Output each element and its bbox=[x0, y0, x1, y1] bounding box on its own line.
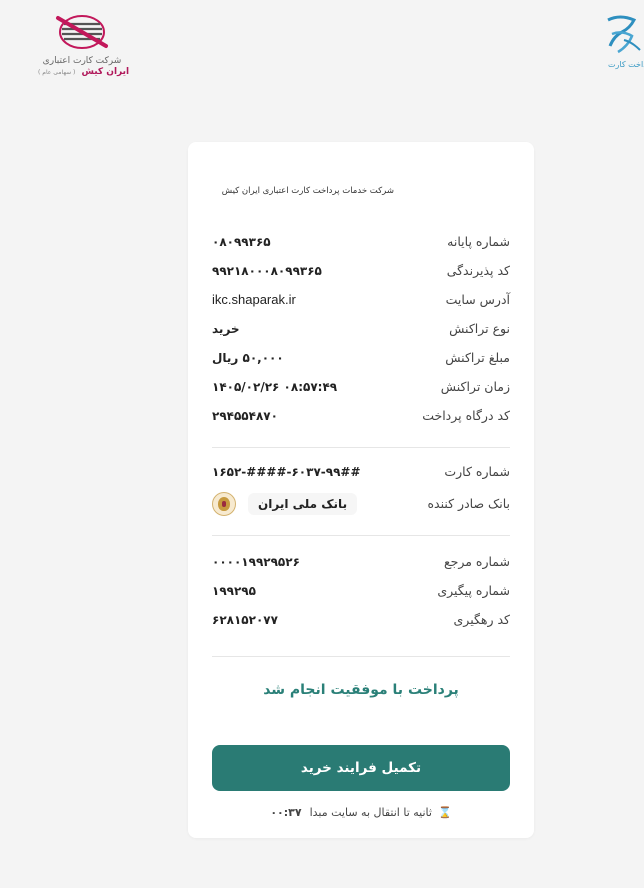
issuing-bank-chip: بانک ملی ایران bbox=[212, 489, 358, 519]
merchant-code-label: کد پذیرندگی bbox=[446, 263, 510, 278]
shaparak-logo-text: پرداخت کارت bbox=[608, 60, 644, 69]
row-terminal-number: شماره پایانه ۰۸۰۹۹۳۶۵ bbox=[212, 231, 510, 253]
card-number-label: شماره کارت bbox=[444, 464, 510, 479]
tracking-number-value: ۱۹۹۲۹۵ bbox=[212, 584, 256, 598]
site-address-value: ikc.shaparak.ir bbox=[212, 292, 296, 307]
merchant-code-value: ۹۹۲۱۸۰۰۰۸۰۹۹۳۶۵ bbox=[212, 264, 322, 278]
transaction-type-label: نوع تراکنش bbox=[449, 321, 510, 336]
shaparak-logo: پرداخت کارت bbox=[600, 12, 644, 92]
success-message: پرداخت با موفقیت انجام شد bbox=[263, 682, 459, 698]
transaction-time-value: ۰۸:۵۷:۴۹ ۱۴۰۵/۰۲/۲۶ bbox=[212, 380, 338, 394]
transaction-amount-value: ۵۰,۰۰۰ ریال bbox=[212, 351, 284, 365]
gateway-code-label: کد درگاه پرداخت bbox=[422, 408, 510, 423]
row-card-number: شماره کارت ۶۰۳۷-۹۹##-####-۱۶۵۲ bbox=[212, 461, 510, 483]
bank-melli-logo-icon bbox=[212, 492, 236, 516]
iran-kish-emblem-icon bbox=[56, 15, 108, 49]
ikc-logo-line2: ایران کیش ( سهامی عام ) bbox=[38, 67, 129, 78]
ikc-logo-line1: شرکت کارت اعتباری bbox=[42, 56, 122, 66]
reference-number-label: شماره مرجع bbox=[443, 554, 510, 569]
row-gateway-code: کد درگاه پرداخت ۲۹۴۵۵۴۸۷۰ bbox=[212, 405, 510, 427]
ikc-logo-sub: ( سهامی عام ) bbox=[38, 69, 76, 76]
divider bbox=[212, 656, 510, 657]
issuing-bank-label: بانک صادر کننده bbox=[427, 496, 510, 511]
redirect-timer: ⌛ ثانیه تا انتقال به سایت مبدا ۰۰:۳۷ bbox=[188, 806, 534, 819]
iran-kish-logo: شرکت کارت اعتباری ایران کیش ( سهامی عام … bbox=[38, 12, 129, 82]
transaction-amount-label: مبلغ تراکنش bbox=[445, 350, 510, 365]
row-reference-number: شماره مرجع ۰۰۰۰۱۹۹۲۹۵۲۶ bbox=[212, 551, 510, 573]
divider bbox=[212, 447, 510, 448]
terminal-number-label: شماره پایانه bbox=[447, 234, 510, 249]
trace-code-label: کد رهگیری bbox=[453, 612, 510, 627]
shaparak-emblem-icon bbox=[607, 15, 641, 54]
row-transaction-type: نوع تراکنش خرید bbox=[212, 318, 510, 340]
transaction-time-label: زمان تراکنش bbox=[440, 379, 510, 394]
card-number-value: ۶۰۳۷-۹۹##-####-۱۶۵۲ bbox=[212, 465, 361, 479]
transaction-type-value: خرید bbox=[212, 322, 240, 336]
row-tracking-number: شماره پیگیری ۱۹۹۲۹۵ bbox=[212, 580, 510, 602]
complete-purchase-button[interactable]: تکمیل فرایند خرید bbox=[212, 745, 510, 791]
redirect-countdown: ۰۰:۳۷ bbox=[270, 806, 302, 819]
receipt-card: شرکت خدمات پرداخت کارت اعتباری ایران کیش… bbox=[188, 142, 534, 838]
row-merchant-code: کد پذیرندگی ۹۹۲۱۸۰۰۰۸۰۹۹۳۶۵ bbox=[212, 260, 510, 282]
row-site-address: آدرس سایت ikc.shaparak.ir bbox=[212, 289, 510, 311]
trace-code-value: ۶۲۸۱۵۲۰۷۷ bbox=[212, 613, 278, 627]
divider bbox=[212, 535, 510, 536]
hourglass-icon: ⌛ bbox=[437, 806, 452, 819]
row-trace-code: کد رهگیری ۶۲۸۱۵۲۰۷۷ bbox=[212, 609, 510, 631]
ikc-logo-name: ایران کیش bbox=[81, 67, 130, 77]
redirect-timer-text: ثانیه تا انتقال به سایت مبدا bbox=[309, 806, 432, 819]
gateway-code-value: ۲۹۴۵۵۴۸۷۰ bbox=[212, 409, 278, 423]
row-transaction-amount: مبلغ تراکنش ۵۰,۰۰۰ ریال bbox=[212, 347, 510, 369]
tracking-number-label: شماره پیگیری bbox=[437, 583, 510, 598]
issuing-bank-value: بانک ملی ایران bbox=[248, 493, 358, 515]
row-transaction-time: زمان تراکنش ۰۸:۵۷:۴۹ ۱۴۰۵/۰۲/۲۶ bbox=[212, 376, 510, 398]
terminal-number-value: ۰۸۰۹۹۳۶۵ bbox=[212, 235, 271, 249]
site-address-label: آدرس سایت bbox=[445, 292, 510, 307]
receipt-title: شرکت خدمات پرداخت کارت اعتباری ایران کیش bbox=[221, 186, 394, 196]
row-issuing-bank: بانک صادر کننده بانک ملی ایران bbox=[212, 492, 510, 516]
reference-number-value: ۰۰۰۰۱۹۹۲۹۵۲۶ bbox=[212, 555, 300, 569]
